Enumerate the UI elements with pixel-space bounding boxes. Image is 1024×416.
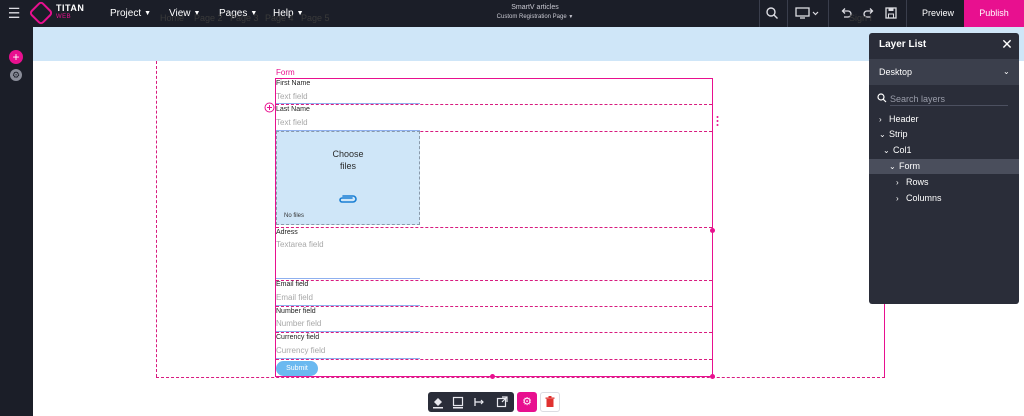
resize-handle[interactable] [710, 374, 715, 379]
file-upload-dropzone[interactable] [276, 131, 420, 225]
chevron-right-icon: › [896, 194, 899, 203]
email-underline [276, 305, 420, 306]
border-box-icon[interactable] [451, 395, 465, 409]
strip-bottom-guide [156, 377, 885, 378]
logo-text: TITAN [56, 3, 85, 13]
logo-subtext: WEB [56, 14, 72, 20]
layer-item-col1[interactable]: ⌄ Col1 [883, 144, 912, 157]
desktop-icon[interactable] [794, 6, 820, 21]
nav-link-page-4[interactable]: Page 4 [265, 13, 294, 23]
page-selector[interactable]: Custom Registration Page ▼ [470, 13, 600, 21]
submit-button[interactable]: Submit [276, 361, 318, 376]
layer-item-strip[interactable]: ⌄ Strip [879, 128, 908, 141]
email-input[interactable]: Email field [276, 293, 313, 303]
layer-list-panel: Layer List ✕ Desktop ⌄ ›Header ⌄Strip ⌄C… [869, 33, 1019, 304]
nav-link-page-2[interactable]: Page 2 [194, 13, 223, 23]
align-left-icon[interactable] [472, 395, 486, 409]
layer-item-label: Columns [906, 193, 942, 203]
toolbar-divider [787, 0, 788, 27]
document-title: SmartV articles [511, 4, 559, 11]
menu-icon[interactable]: ☰ [6, 5, 22, 21]
number-label: Number field [276, 308, 316, 315]
email-label: Email field [276, 281, 309, 288]
chevron-right-icon: › [879, 115, 882, 124]
menu-project[interactable]: Project ▼ [110, 7, 151, 20]
row-divider [276, 306, 712, 307]
form-title: Form [276, 68, 295, 77]
address-underline [276, 278, 420, 279]
search-icon [877, 93, 889, 105]
search-layers-input[interactable] [890, 92, 1008, 106]
number-input[interactable]: Number field [276, 319, 321, 329]
first-name-label: First Name [276, 80, 311, 87]
first-name-underline [276, 103, 420, 104]
paint-bucket-icon[interactable] [431, 395, 445, 409]
resize-handle[interactable] [490, 374, 495, 379]
layer-panel-title: Layer List [879, 39, 927, 50]
gear-icon[interactable]: ⚙ [10, 69, 22, 81]
titan-logo-icon [28, 0, 54, 26]
chevron-down-icon: ⌄ [883, 146, 890, 155]
layer-item-label: Header [889, 114, 919, 124]
add-row-icon[interactable] [264, 100, 275, 113]
delete-trash-icon[interactable] [540, 392, 560, 412]
nav-link-page-5[interactable]: Page 5 [301, 13, 330, 23]
chevron-right-icon: › [896, 178, 899, 187]
chevron-down-icon: ▼ [144, 10, 152, 17]
address-textarea[interactable]: Textarea field [276, 240, 324, 250]
close-icon[interactable]: ✕ [1000, 36, 1014, 52]
left-rail [0, 27, 33, 416]
choose-files-label: Choose files [276, 148, 420, 172]
external-link-icon[interactable] [495, 395, 509, 409]
save-icon[interactable] [883, 6, 899, 21]
strip-left-guide [156, 61, 157, 377]
search-icon[interactable] [764, 6, 780, 21]
layer-item-label: Rows [906, 177, 929, 187]
row-divider [276, 359, 712, 360]
nav-link-page-3[interactable]: Page 3 [230, 13, 259, 23]
last-name-input[interactable]: Text field [276, 118, 308, 128]
address-label: Adress [276, 229, 298, 236]
page-selector-label: Custom Registration Page [496, 14, 567, 20]
nav-link-signin[interactable]: Sign I [849, 13, 872, 23]
row-divider [276, 332, 712, 333]
chevron-down-icon: ⌄ [879, 130, 886, 139]
number-underline [276, 331, 420, 332]
device-select-value: Desktop [879, 67, 913, 77]
paperclip-icon [337, 192, 359, 204]
preview-button[interactable]: Preview [912, 7, 964, 20]
first-name-input[interactable]: Text field [276, 92, 308, 102]
settings-gear-icon[interactable]: ⚙ [517, 392, 537, 412]
nav-link-home[interactable]: Home [160, 13, 184, 23]
chevron-down-icon: ⌄ [1003, 67, 1010, 76]
menu-project-label: Project [110, 8, 142, 19]
layer-item-rows[interactable]: › Rows [896, 176, 929, 189]
form-top-border [275, 78, 713, 79]
row-divider [276, 104, 712, 105]
currency-label: Currency field [276, 334, 320, 341]
layer-item-label: Strip [889, 129, 908, 139]
resize-handle[interactable] [710, 228, 715, 233]
currency-input[interactable]: Currency field [276, 346, 325, 356]
layer-item-columns[interactable]: › Columns [896, 192, 942, 205]
no-files-text: No files [284, 213, 305, 219]
row-divider [276, 280, 712, 281]
layer-item-header[interactable]: › Header [879, 113, 919, 126]
drag-handle-icon[interactable] [716, 114, 719, 126]
add-element-icon[interactable]: + [9, 50, 23, 64]
layer-item-form[interactable]: ⌄ Form [889, 160, 920, 173]
toolbar-divider [828, 0, 829, 27]
row-divider [276, 227, 712, 228]
toolbar-divider [906, 0, 907, 27]
layer-item-label: Form [899, 161, 920, 171]
last-name-label: Last Name [276, 106, 310, 113]
chevron-down-icon: ▼ [568, 14, 574, 20]
currency-underline [276, 358, 420, 359]
toolbar-divider [759, 0, 760, 27]
layer-item-label: Col1 [893, 145, 912, 155]
choose-files-text: Choose files [332, 149, 364, 171]
publish-button[interactable]: Publish [964, 0, 1024, 27]
chevron-down-icon: ⌄ [889, 162, 896, 171]
